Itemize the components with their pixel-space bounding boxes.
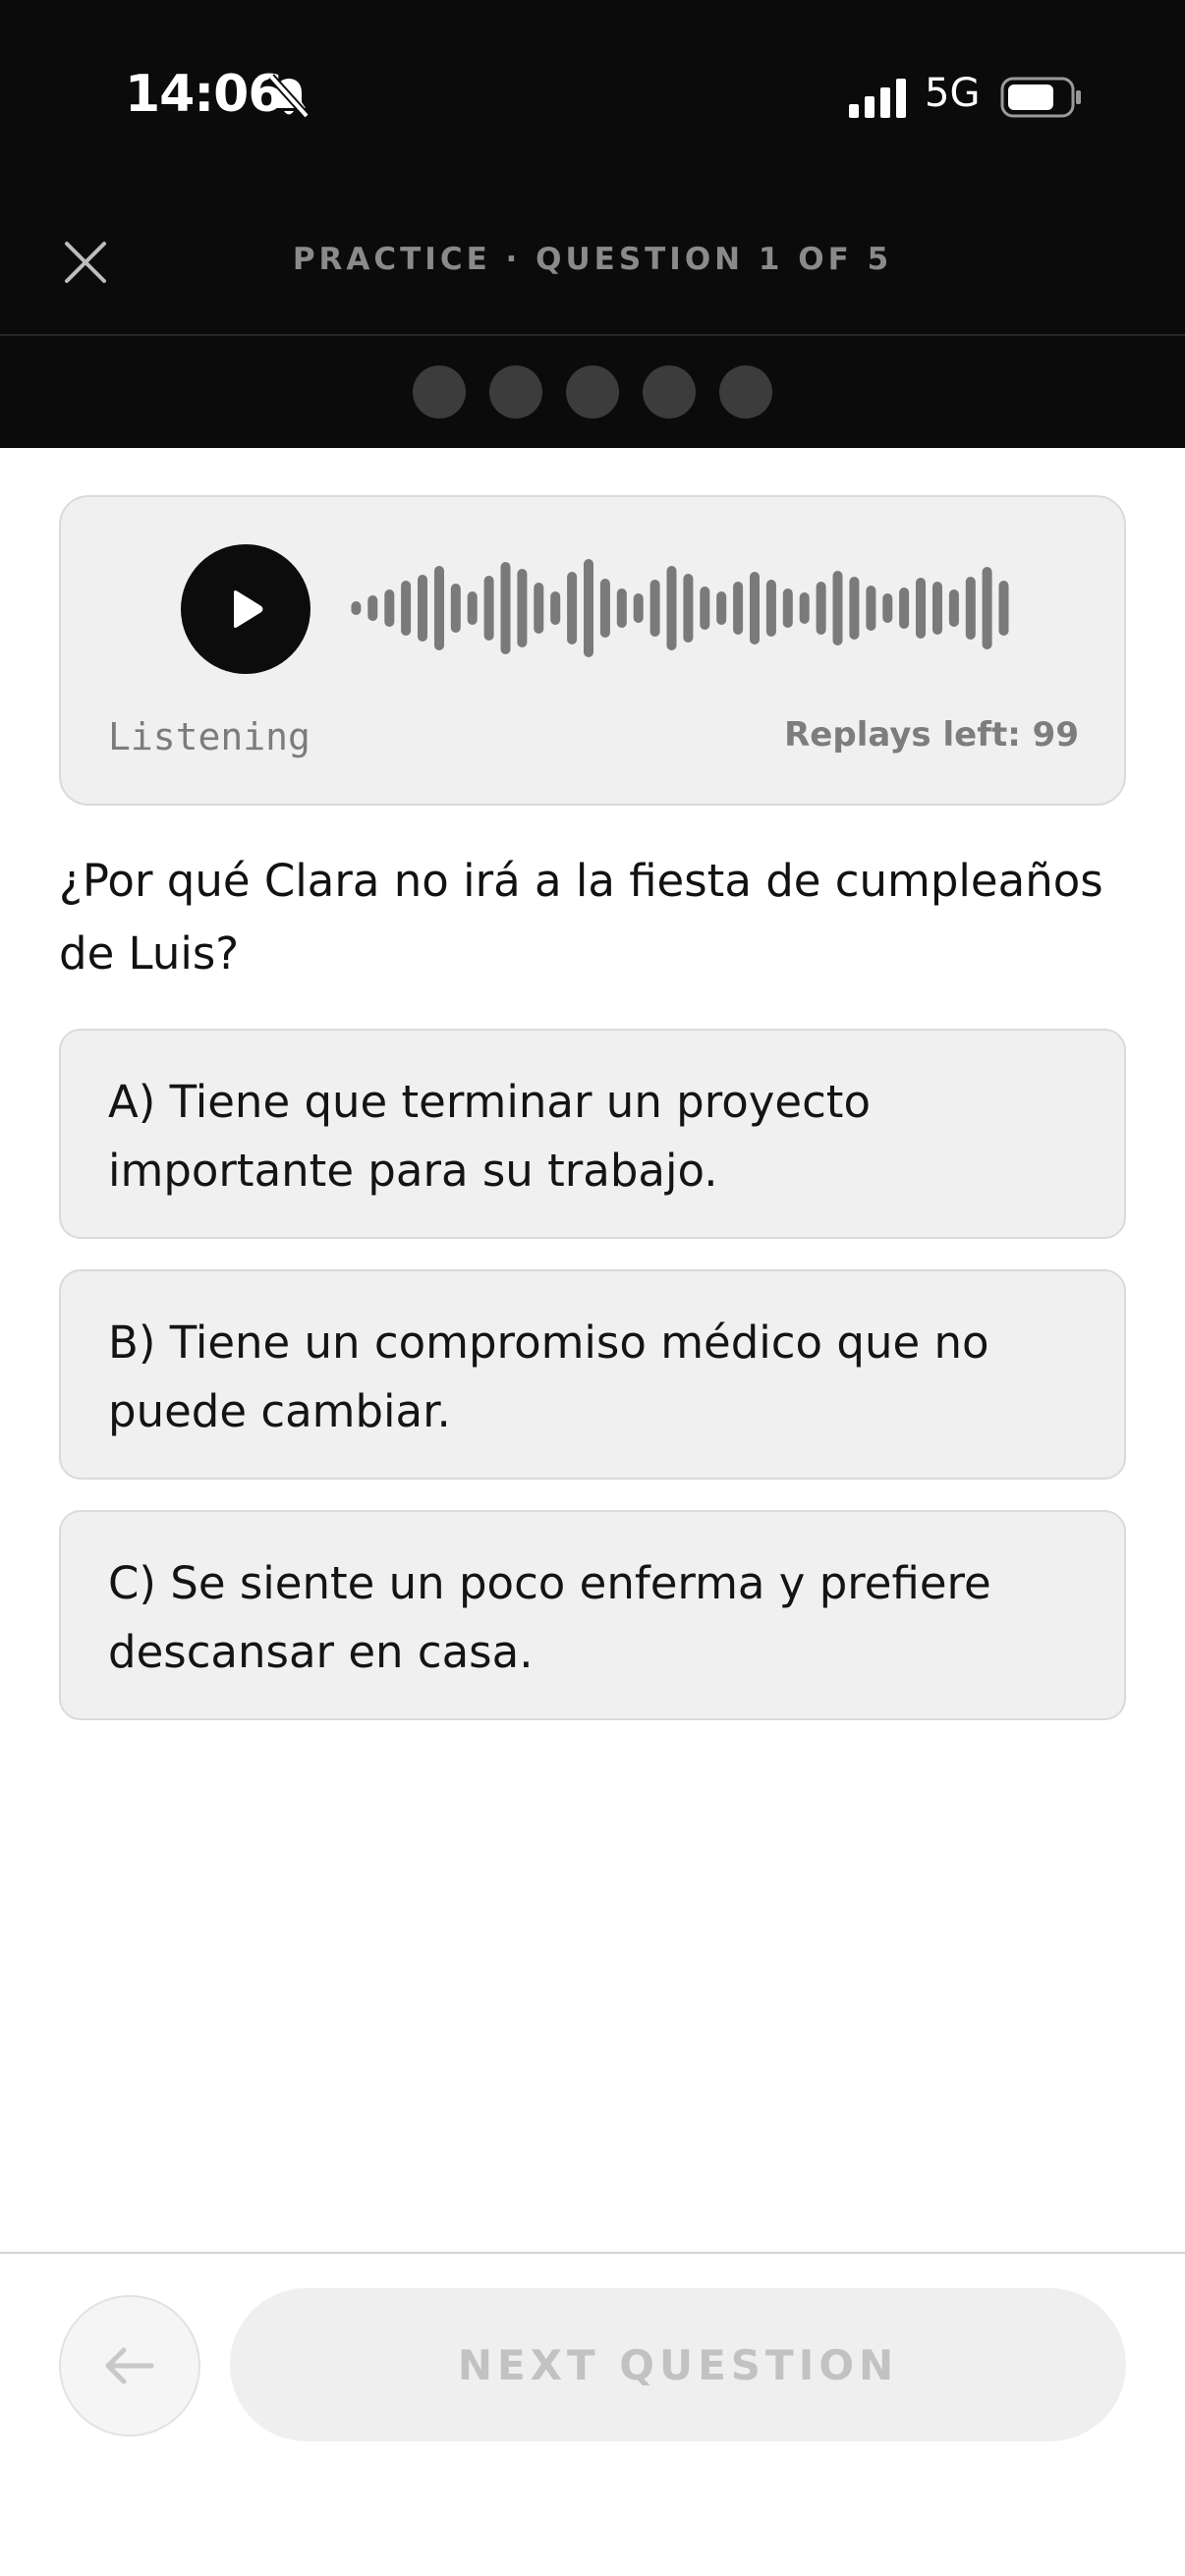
waveform-bar — [866, 586, 876, 631]
replays-counter: Replays left: 99 — [784, 715, 1079, 755]
waveform-bar — [367, 595, 378, 621]
waveform-bar — [799, 592, 810, 624]
header-divider — [0, 334, 1185, 336]
progress-dot-4 — [643, 365, 696, 419]
progress-dot-2 — [489, 365, 542, 419]
waveform-bar — [418, 575, 427, 642]
play-icon — [234, 590, 263, 628]
header: PRACTICE · QUESTION 1 OF 5 — [0, 196, 1185, 334]
waveform-bar — [716, 591, 727, 625]
waveform-bar — [534, 583, 544, 634]
waveform-bar — [599, 579, 610, 638]
status-bar: 14:06 5G — [0, 0, 1185, 196]
waveform-bar — [932, 582, 942, 635]
footer-divider — [0, 2252, 1185, 2254]
waveform-bar — [782, 588, 793, 628]
answer-option-b[interactable]: B) Tiene un compromiso médico que no pue… — [59, 1269, 1126, 1480]
play-button[interactable] — [181, 544, 310, 674]
waveform-bar — [434, 566, 444, 650]
signal-icon — [849, 79, 906, 118]
arrow-left-icon — [105, 2347, 154, 2384]
waveform-bar — [832, 571, 843, 645]
waveform-bar — [733, 582, 744, 635]
progress-dots — [0, 365, 1185, 419]
answer-option-a[interactable]: A) Tiene que terminar un proyecto import… — [59, 1029, 1126, 1239]
progress-dot-5 — [719, 365, 772, 419]
waveform-bar — [899, 588, 910, 629]
waveform-bar — [765, 580, 776, 637]
audio-player-card: Listening Replays left: 99 — [59, 495, 1126, 806]
waveform-bar — [584, 559, 593, 657]
waveform-bar — [633, 593, 644, 623]
next-question-button[interactable]: NEXT QUESTION — [230, 2288, 1126, 2441]
waveform-bar — [500, 562, 511, 654]
waveform-bar — [401, 581, 412, 636]
page-title: PRACTICE · QUESTION 1 OF 5 — [292, 242, 893, 277]
listening-status: Listening — [108, 715, 310, 758]
waveform-bar — [965, 577, 976, 640]
waveform-bar — [467, 591, 478, 625]
progress-dot-3 — [566, 365, 619, 419]
waveform-bar — [683, 574, 694, 643]
waveform-bar — [450, 584, 461, 633]
waveform-bar — [649, 580, 660, 637]
waveform-bar — [916, 578, 926, 639]
top-bar: 14:06 5G PRACTICE · QUESTION 1 OF 5 — [0, 0, 1185, 448]
waveform-bar — [351, 601, 362, 615]
battery-icon — [1000, 77, 1081, 118]
waveform-bar — [948, 589, 959, 627]
answer-option-c[interactable]: C) Se siente un poco enferma y prefiere … — [59, 1510, 1126, 1720]
status-time: 14:06 — [125, 65, 284, 124]
waveform-bar — [750, 572, 760, 644]
waveform-bar — [816, 582, 826, 635]
waveform-bar — [517, 569, 528, 647]
waveform-icon — [351, 559, 1009, 657]
waveform-bar — [483, 576, 494, 641]
question-text: ¿Por qué Clara no irá a la fiesta de cum… — [59, 855, 1103, 980]
back-button[interactable] — [59, 2295, 200, 2436]
waveform-bar — [700, 587, 710, 630]
waveform-bar — [616, 588, 627, 628]
waveform-bar — [567, 572, 578, 644]
waveform-bar — [998, 581, 1009, 636]
waveform-bar — [882, 593, 893, 623]
network-label: 5G — [925, 71, 981, 116]
waveform-bar — [849, 577, 860, 640]
progress-dot-1 — [413, 365, 466, 419]
waveform-bar — [666, 566, 677, 650]
bell-muted-icon — [268, 74, 310, 119]
waveform-bar — [384, 589, 395, 627]
waveform-bar — [550, 591, 561, 625]
waveform-bar — [982, 567, 992, 649]
